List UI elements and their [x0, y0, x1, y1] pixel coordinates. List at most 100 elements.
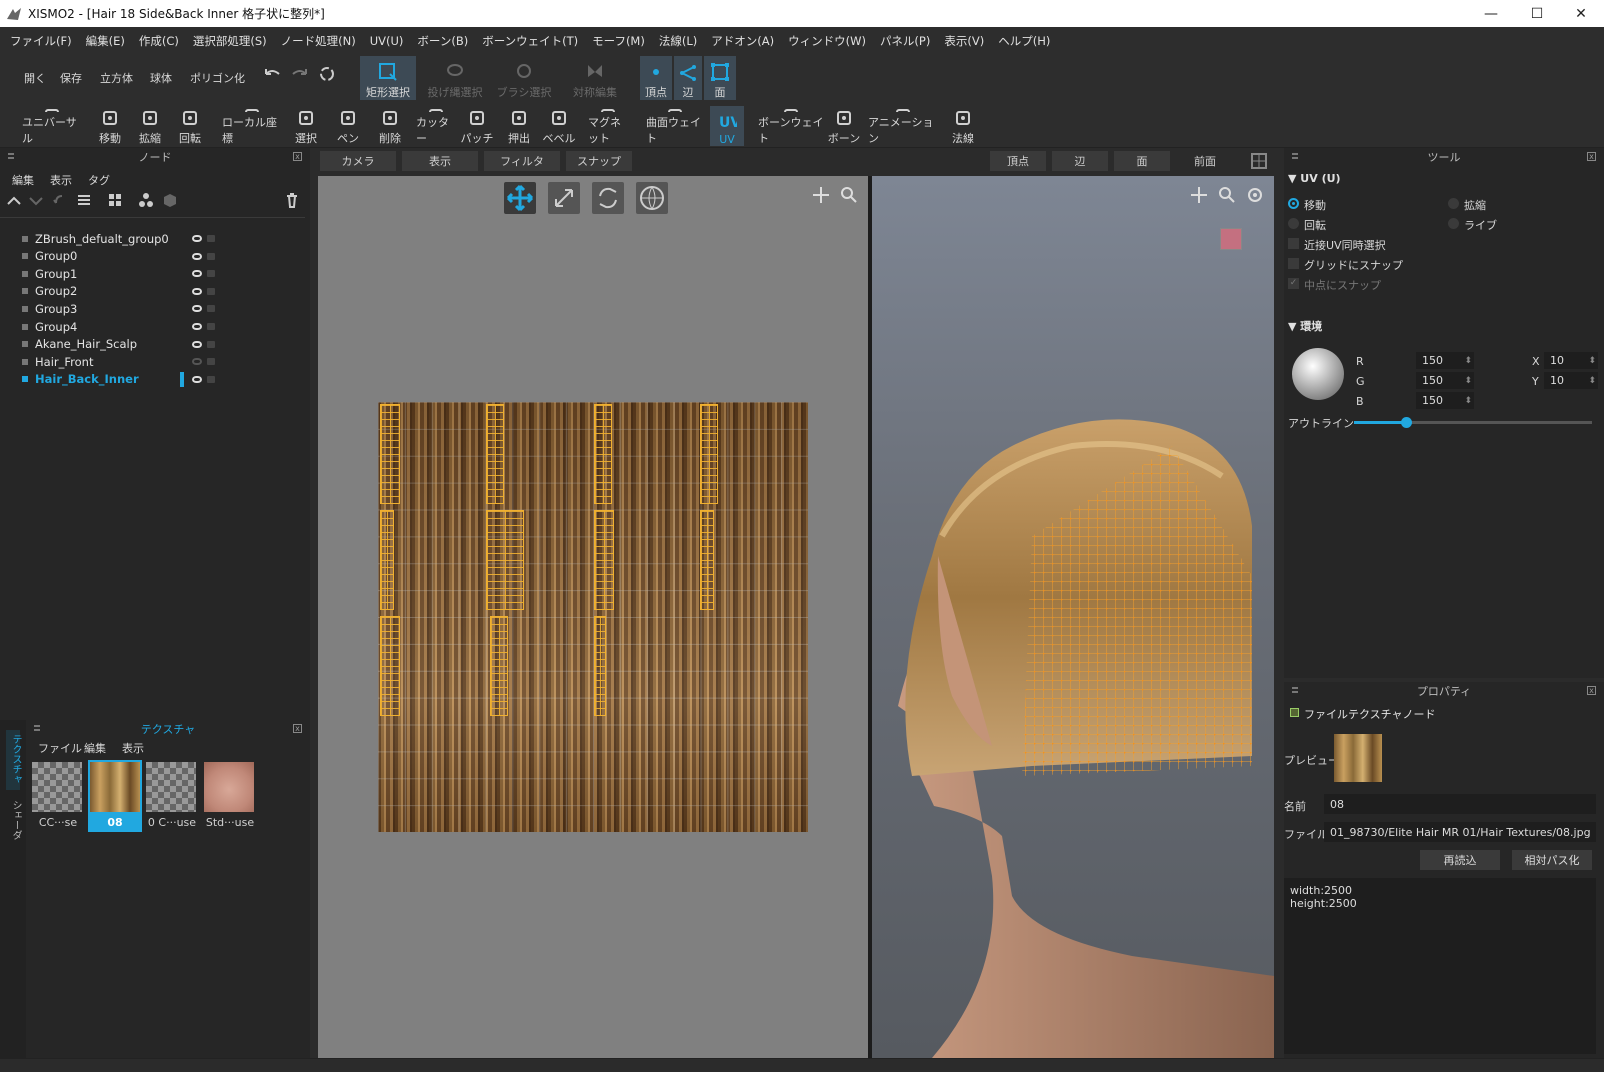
lock-icon[interactable] — [207, 375, 215, 383]
tool-bone-button[interactable]: ボーン — [826, 106, 862, 146]
move-radio[interactable] — [1288, 198, 1299, 209]
uv-move-button[interactable] — [504, 182, 536, 214]
node-item[interactable]: Hair_Back_Inner — [22, 371, 139, 388]
g-input[interactable]: 150 — [1416, 372, 1474, 389]
tool-rotate-button[interactable]: 回転 — [172, 106, 208, 146]
zoom-icon[interactable] — [840, 186, 858, 204]
open-button[interactable]: 開く — [24, 70, 46, 86]
menu-item-8[interactable]: モーフ(M) — [592, 33, 645, 49]
menu-item-9[interactable]: 法線(L) — [659, 33, 697, 49]
menu-item-6[interactable]: ボーン(B) — [417, 33, 468, 49]
node-item[interactable]: Group2 — [22, 283, 77, 300]
name-field[interactable]: 08 — [1324, 794, 1596, 814]
tool-weight-button[interactable]: ボーンウェイト — [758, 106, 824, 146]
reload-button[interactable]: 再読込 — [1420, 850, 1500, 870]
lasso-select-button[interactable]: 投げ縄選択 — [425, 56, 485, 100]
close-icon[interactable]: x — [1587, 686, 1596, 695]
texture-menu-file[interactable]: ファイル — [38, 740, 82, 756]
tool-pen-button[interactable]: ペン — [332, 106, 364, 146]
node-item[interactable]: Group4 — [22, 318, 77, 335]
uv-island[interactable] — [594, 510, 614, 610]
eye-icon[interactable] — [192, 270, 202, 278]
mid-snap-checkbox[interactable]: ✓ — [1288, 278, 1299, 289]
lock-icon[interactable] — [207, 358, 215, 366]
uv-island[interactable] — [380, 404, 400, 504]
tab-shader[interactable]: シェーダ — [8, 800, 23, 840]
face-tab[interactable]: 面 — [1114, 151, 1170, 171]
b-input[interactable]: 150 — [1416, 392, 1474, 409]
uv-live-button[interactable] — [636, 182, 668, 214]
camera-dropdown[interactable]: カメラ — [320, 151, 396, 171]
vertex-tab[interactable]: 頂点 — [990, 151, 1046, 171]
close-button[interactable]: ✕ — [1558, 0, 1604, 27]
edge-tab[interactable]: 辺 — [1052, 151, 1108, 171]
uv-island[interactable] — [490, 616, 508, 716]
r-input[interactable]: 150 — [1416, 352, 1474, 369]
tab-texture[interactable]: テクスチャ — [8, 734, 23, 784]
front-label[interactable]: 前面 — [1176, 151, 1234, 171]
node-item[interactable]: Akane_Hair_Scalp — [22, 336, 137, 353]
menu-item-11[interactable]: ウィンドウ(W) — [788, 33, 866, 49]
uv-section-header[interactable]: ▼ UV (U) — [1288, 172, 1341, 185]
node-item[interactable]: Group1 — [22, 265, 77, 282]
texture-thumb-std[interactable]: Std···use — [204, 762, 256, 832]
tool-extrude-button[interactable]: 押出 — [502, 106, 536, 146]
menu-item-10[interactable]: アドオン(A) — [711, 33, 774, 49]
tool-uv-button[interactable]: UV UV — [710, 106, 744, 146]
lock-icon[interactable] — [207, 305, 215, 313]
close-icon[interactable]: x — [293, 724, 302, 733]
scale-radio[interactable] — [1448, 198, 1459, 209]
tool-globe-button[interactable]: ユニバーサル — [22, 106, 82, 146]
texture-thumb-cc[interactable]: CC···se — [32, 762, 84, 832]
grid-snap-checkbox[interactable] — [1288, 258, 1299, 269]
y-input[interactable]: 10 — [1544, 372, 1598, 389]
tool-anim-button[interactable]: アニメーション — [868, 106, 938, 146]
redo-icon[interactable] — [290, 66, 310, 82]
save-button[interactable]: 保存 — [60, 70, 82, 86]
eye-icon[interactable] — [192, 287, 202, 295]
menu-item-14[interactable]: ヘルプ(H) — [998, 33, 1050, 49]
menu-item-5[interactable]: UV(U) — [370, 34, 404, 48]
lock-icon[interactable] — [207, 323, 215, 330]
outline-slider-handle[interactable] — [1401, 417, 1413, 428]
node-item[interactable]: Group3 — [22, 300, 77, 317]
uv-viewport[interactable] — [318, 176, 868, 1058]
eye-icon[interactable] — [192, 323, 202, 330]
maximize-button[interactable]: ☐ — [1514, 0, 1560, 27]
tool-scale-button[interactable]: 拡縮 — [132, 106, 168, 146]
menu-item-13[interactable]: 表示(V) — [944, 33, 984, 49]
filter-dropdown[interactable]: フィルタ — [484, 151, 560, 171]
vertex-mode-button[interactable]: 頂点 — [640, 56, 672, 100]
pan-icon[interactable] — [812, 186, 830, 204]
env-section-header[interactable]: ▼ 環境 — [1288, 318, 1322, 334]
tool-move-button[interactable]: 移動 — [92, 106, 128, 146]
tool-magnet-button[interactable]: マグネット — [588, 106, 628, 146]
menu-item-1[interactable]: 編集(E) — [86, 33, 125, 49]
3d-viewport[interactable] — [872, 176, 1274, 1058]
tool-patch-button[interactable]: パッチ — [460, 106, 494, 146]
undo-icon[interactable] — [262, 66, 282, 82]
lock-icon[interactable] — [207, 252, 215, 260]
lock-icon[interactable] — [207, 287, 215, 295]
uv-island[interactable] — [700, 404, 718, 504]
lock-icon[interactable] — [207, 340, 215, 348]
cube-button[interactable]: 立方体 — [100, 70, 133, 86]
file-path-field[interactable]: 01_98730/Elite Hair MR 01/Hair Textures/… — [1324, 822, 1596, 842]
brush-select-button[interactable]: ブラシ選択 — [494, 56, 554, 100]
menu-item-2[interactable]: 作成(C) — [139, 33, 179, 49]
node-item[interactable]: ZBrush_defualt_group0 — [22, 230, 169, 247]
sphere-button[interactable]: 球体 — [150, 70, 172, 86]
symmetry-edit-button[interactable]: 対称編集 — [565, 56, 625, 100]
polygon-button[interactable]: ポリゴン化 — [190, 70, 245, 86]
node-item[interactable]: Group0 — [22, 248, 77, 265]
eye-icon[interactable] — [192, 252, 202, 260]
tool-eraser-button[interactable]: 削除 — [372, 106, 408, 146]
eye-icon[interactable] — [192, 375, 202, 383]
view-dropdown[interactable]: 表示 — [402, 151, 478, 171]
x-input[interactable]: 10 — [1544, 352, 1598, 369]
uv-island[interactable] — [700, 510, 714, 610]
rotate-radio[interactable] — [1288, 218, 1299, 229]
eye-icon[interactable] — [192, 358, 202, 366]
rect-select-button[interactable]: 矩形選択 — [360, 56, 416, 100]
edge-mode-button[interactable]: 辺 — [674, 56, 702, 100]
